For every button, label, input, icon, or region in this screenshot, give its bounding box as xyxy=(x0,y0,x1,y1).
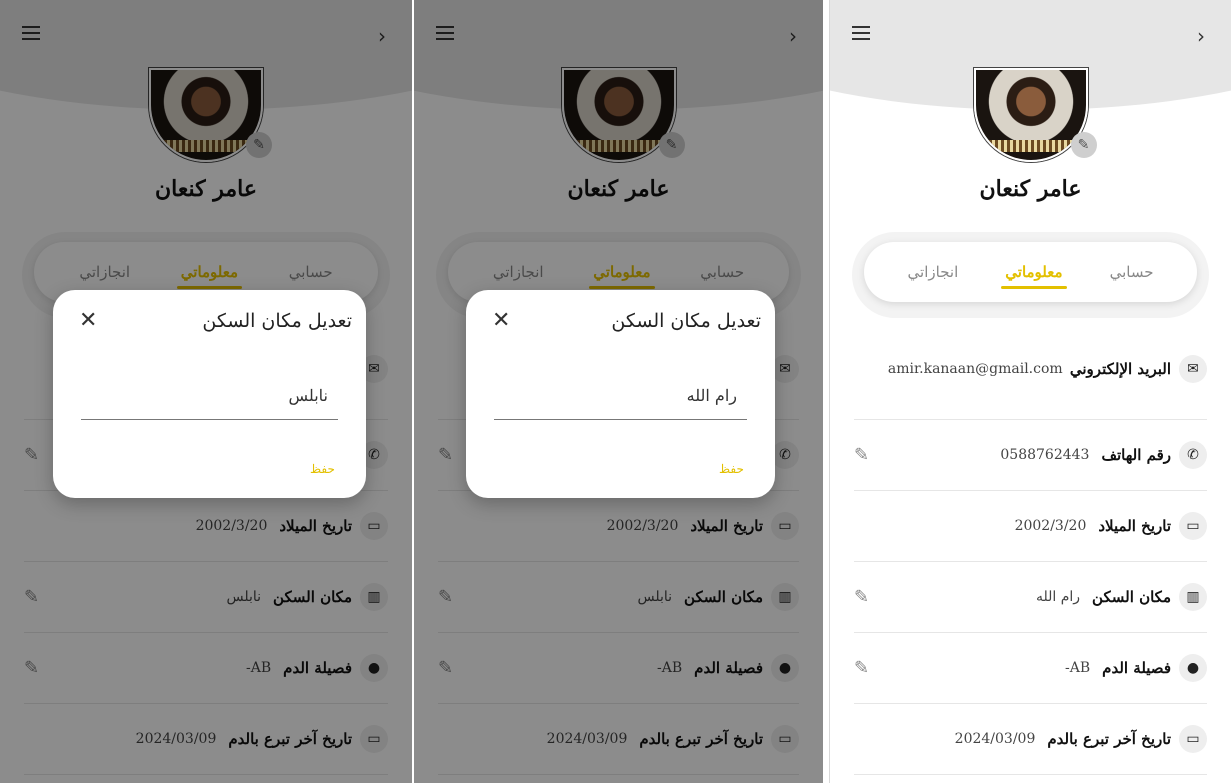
email-value: amir.kanaan@gmail.com xyxy=(887,360,1063,377)
pencil-icon[interactable]: ✎ xyxy=(854,445,869,466)
email-row: ✉ البريد الإلكتروني amir.kanaan@gmail.co… xyxy=(854,318,1207,420)
user-name: عامر كنعان xyxy=(979,176,1082,202)
phone-value: 0588762443 xyxy=(1000,447,1090,463)
residence-value: رام الله xyxy=(1035,589,1081,605)
calendar-icon: ▭ xyxy=(1179,512,1207,540)
edit-residence-dialog: تعديل مكان السكن ✕ حفظ xyxy=(466,290,775,498)
save-button[interactable]: حفظ xyxy=(719,462,744,476)
profile-screen-3: › ✎ عامر كنعان حسابي معلوماتي انجازاتي ✉… xyxy=(829,0,1231,783)
blood-value: AB- xyxy=(1065,660,1091,676)
phone-icon: ✆ xyxy=(1179,441,1207,469)
tab-achievements[interactable]: انجازاتي xyxy=(904,263,963,281)
dialog-title: تعديل مكان السكن xyxy=(611,310,761,332)
residence-input[interactable] xyxy=(494,372,747,420)
last-donation-label: تاريخ آخر تبرع بالدم xyxy=(1047,730,1171,748)
last-donation-row: ▭ تاريخ آخر تبرع بالدم 2024/03/09 xyxy=(854,704,1207,775)
birth-row: ▭ تاريخ الميلاد 2002/3/20 xyxy=(854,491,1207,562)
last-donation-value: 2024/03/09 xyxy=(954,731,1036,747)
phone-row: ✆ رقم الهاتف 0588762443 ✎ xyxy=(854,420,1207,491)
profile-screen-1: › ✎ عامر كنعان حسابي معلوماتي انجازاتي ✉… xyxy=(0,0,412,783)
residence-row: ▥ مكان السكن رام الله ✎ xyxy=(854,562,1207,633)
email-icon: ✉ xyxy=(1179,354,1207,383)
pencil-icon[interactable]: ✎ xyxy=(1070,132,1097,158)
close-icon[interactable]: ✕ xyxy=(492,310,510,332)
dialog-title: تعديل مكان السكن xyxy=(202,310,352,332)
city-icon: ▥ xyxy=(1179,583,1207,611)
blood-drop-icon: ● xyxy=(1179,654,1207,682)
close-icon[interactable]: ✕ xyxy=(79,310,97,332)
residence-label: مكان السكن xyxy=(1092,588,1171,606)
calendar-icon: ▭ xyxy=(1179,725,1207,753)
blood-row: ● فصيلة الدم AB- ✎ xyxy=(854,633,1207,704)
blood-label: فصيلة الدم xyxy=(1102,659,1171,677)
residence-input[interactable] xyxy=(81,372,338,420)
birth-value: 2002/3/20 xyxy=(1014,518,1087,534)
chevron-right-icon[interactable]: › xyxy=(1197,26,1213,46)
pencil-icon[interactable]: ✎ xyxy=(854,587,869,608)
email-label: البريد الإلكتروني xyxy=(1069,359,1171,378)
menu-icon[interactable] xyxy=(852,26,870,40)
info-list: ✉ البريد الإلكتروني amir.kanaan@gmail.co… xyxy=(830,318,1231,775)
tab-info[interactable]: معلوماتي xyxy=(1001,263,1067,289)
tab-bar: حسابي معلوماتي انجازاتي xyxy=(864,242,1197,302)
save-button[interactable]: حفظ xyxy=(310,462,335,476)
edit-residence-dialog: تعديل مكان السكن ✕ حفظ xyxy=(53,290,366,498)
tab-account[interactable]: حسابي xyxy=(1106,263,1158,281)
birth-label: تاريخ الميلاد xyxy=(1098,517,1171,535)
pencil-icon[interactable]: ✎ xyxy=(854,658,869,679)
phone-label: رقم الهاتف xyxy=(1101,446,1171,464)
profile-screen-2: › ✎ عامر كنعان حسابي معلوماتي انجازاتي ✉… xyxy=(414,0,823,783)
